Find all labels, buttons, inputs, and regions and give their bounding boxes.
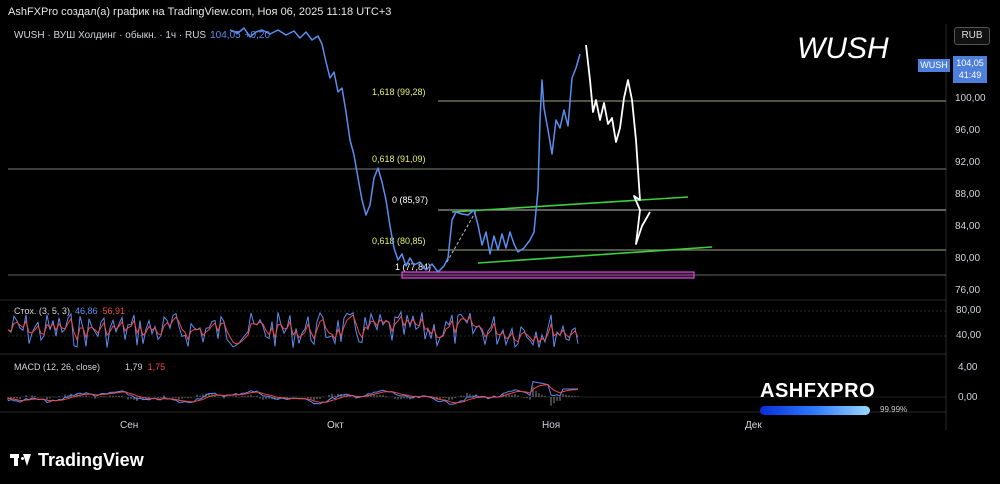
price-tick: 92,00 (955, 157, 980, 168)
macd-value: 1,79 (125, 362, 143, 372)
watermark-text: ASHFXPRO (760, 380, 876, 402)
last-price-tag: 104,05 41:49 (953, 56, 987, 83)
stochastic-pane[interactable] (7, 310, 946, 348)
symbol-description: WUSH · ВУШ Холдинг · обыкн. · 1ч · RUS (14, 30, 207, 41)
svg-text:4,00: 4,00 (958, 362, 978, 373)
chart-attribution: AshFXPro создал(а) график на TradingView… (8, 6, 392, 18)
svg-text:0,00: 0,00 (958, 392, 978, 403)
fibonacci-levels[interactable] (8, 100, 946, 276)
svg-text:80,00: 80,00 (956, 305, 981, 316)
support-zone-box[interactable] (401, 271, 695, 279)
brand-name: TradingView (38, 450, 144, 470)
stoch-legend[interactable]: Стох. (3, 5, 3) 46,86 56,91 (14, 306, 125, 316)
last-price-value: 104,05 (956, 58, 984, 68)
macd-signal-value: 1,75 (147, 362, 166, 372)
price-tick: 88,00 (955, 189, 980, 200)
price-tick: 80,00 (955, 253, 980, 264)
time-tick: Ноя (542, 420, 560, 431)
macd-name: MACD (12, 26, close) (14, 362, 101, 372)
stoch-name: Стох. (3, 5, 3) (14, 306, 70, 316)
watermark-percent: 99.99% (880, 405, 908, 414)
legend-price: 104,05 (210, 30, 241, 41)
stoch-k-value: 46,86 (74, 306, 98, 316)
fib-anchor-line (446, 210, 477, 263)
fib-level-label: 0,618 (91,09) (372, 154, 426, 164)
price-axis[interactable]: 100,00 96,00 92,00 88,00 84,00 80,00 76,00 (955, 93, 986, 296)
chart-annotation-title: WUSH (797, 32, 889, 65)
price-tick: 76,00 (955, 285, 980, 296)
time-axis[interactable]: Сен Окт Ноя Дек (120, 420, 762, 431)
macd-line (7, 381, 578, 405)
price-tick: 84,00 (955, 221, 980, 232)
legend-change: +0,20 (244, 30, 271, 41)
tradingview-icon (10, 453, 32, 468)
currency-button[interactable]: RUB (954, 27, 990, 45)
macd-legend[interactable]: MACD (12, 26, close) 1,79 1,75 (14, 362, 165, 372)
time-tick: Сен (120, 420, 138, 431)
tradingview-logo[interactable]: TradingView (10, 450, 144, 471)
stoch-k-line (7, 310, 579, 348)
fib-level-label: 0 (85,97) (392, 195, 428, 205)
time-tick: Дек (745, 420, 762, 431)
watermark-progress-bar (760, 406, 870, 415)
price-tick: 100,00 (955, 93, 986, 104)
price-tick: 96,00 (955, 125, 980, 136)
stoch-d-value: 56,91 (102, 306, 126, 316)
fib-level-label: 0,618 (80,85) (372, 236, 426, 246)
svg-text:40,00: 40,00 (956, 330, 981, 341)
fib-level-label: 1,618 (99,28) (372, 87, 426, 97)
stoch-axis: 80,00 40,00 (956, 305, 981, 341)
projection-drawing (585, 44, 651, 245)
macd-signal-line (7, 384, 579, 404)
symbol-price-tag: WUSH (918, 59, 950, 72)
time-tick: Окт (327, 420, 344, 431)
symbol-legend[interactable]: WUSH · ВУШ Холдинг · обыкн. · 1ч · RUS 1… (14, 30, 270, 41)
bar-countdown: 41:49 (958, 70, 982, 80)
macd-axis: 4,00 0,00 (958, 362, 978, 403)
